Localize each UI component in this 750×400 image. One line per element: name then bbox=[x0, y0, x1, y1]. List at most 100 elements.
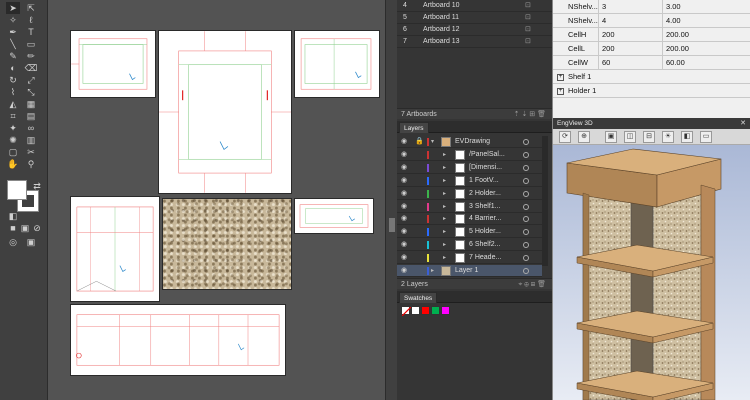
target-circle-icon[interactable] bbox=[523, 177, 529, 184]
swap-colors-icon[interactable]: ⇄ bbox=[30, 180, 44, 192]
target-circle-icon[interactable] bbox=[523, 216, 529, 223]
artboard-row[interactable]: 5 Artboard 11 ⊡ bbox=[397, 12, 552, 24]
expand-right-icon[interactable]: ▸ bbox=[443, 201, 446, 212]
layer-row[interactable]: ◉ ▸ 5 Holder... bbox=[397, 226, 542, 239]
layer-row[interactable]: ◉ ▸ 3 Shelf1... bbox=[397, 201, 542, 213]
expand-right-icon[interactable]: ▸ bbox=[443, 162, 446, 173]
layer-row[interactable]: ◉ ▸ 7 Heade... bbox=[397, 252, 542, 265]
visibility-eye-icon[interactable]: ◉ bbox=[401, 239, 407, 250]
rotate-tool-icon[interactable]: ↻ bbox=[6, 74, 20, 86]
layer-row[interactable]: ◉ 🔒 ▾ EVDrawing bbox=[397, 136, 542, 148]
expand-right-icon[interactable]: ▸ bbox=[431, 265, 434, 276]
zoom-fit-icon[interactable]: ⊕ bbox=[578, 131, 590, 143]
visibility-eye-icon[interactable]: ◉ bbox=[401, 149, 407, 160]
shape-builder-tool-icon[interactable]: ◭ bbox=[6, 98, 20, 110]
expand-right-icon[interactable]: ▸ bbox=[443, 252, 446, 263]
layers-tab[interactable]: Layers bbox=[399, 122, 429, 133]
eraser-tool-icon[interactable]: ⌫ bbox=[24, 62, 38, 74]
artboard-row[interactable]: 6 Artboard 12 ⊡ bbox=[397, 24, 552, 36]
artboard-tool-icon[interactable]: ▢ bbox=[6, 146, 20, 158]
target-circle-icon[interactable] bbox=[523, 242, 529, 249]
canvas-scrollbar[interactable] bbox=[385, 0, 397, 400]
direct-select-arrow-tool-icon[interactable]: ⇱ bbox=[24, 2, 38, 14]
close-icon[interactable]: ✕ bbox=[740, 118, 746, 129]
magic-wand-tool-icon[interactable]: ✧ bbox=[6, 14, 20, 26]
artboard-row[interactable]: 4 Artboard 10 ⊡ bbox=[397, 0, 552, 12]
expand-right-icon[interactable]: ▸ bbox=[443, 239, 446, 250]
parameter-value-input[interactable]: 4 bbox=[599, 14, 663, 28]
visibility-eye-icon[interactable]: ◉ bbox=[401, 136, 407, 147]
color-swatch[interactable] bbox=[441, 306, 450, 315]
layer-row[interactable]: ◉ ▸ 4 Barrier... bbox=[397, 213, 542, 226]
target-circle-icon[interactable] bbox=[523, 190, 529, 197]
zoom-tool-icon[interactable]: ⚲ bbox=[24, 158, 38, 170]
visibility-eye-icon[interactable]: ◉ bbox=[401, 162, 407, 173]
parameter-value-input[interactable]: 200 bbox=[599, 42, 663, 56]
visibility-eye-icon[interactable]: ◉ bbox=[401, 175, 407, 186]
free-transform-tool-icon[interactable]: ⤡ bbox=[24, 86, 38, 98]
engview-viewport[interactable] bbox=[553, 145, 750, 400]
blend-tool-icon[interactable]: ∞ bbox=[24, 122, 38, 134]
artboard-mid-left[interactable] bbox=[70, 196, 160, 302]
target-circle-icon[interactable] bbox=[523, 139, 529, 145]
parameter-value-input[interactable]: 3 bbox=[599, 0, 663, 14]
layer-row[interactable]: ◉ ▸ 2 Holder... bbox=[397, 188, 542, 200]
none-mode-icon[interactable]: ⊘ bbox=[30, 222, 44, 234]
pen-tool-icon[interactable]: ✒ bbox=[6, 26, 20, 38]
layer-row[interactable]: ◉ ▸ 6 Shelf2... bbox=[397, 239, 542, 252]
parameter-value-input[interactable]: 60 bbox=[599, 56, 663, 70]
light-icon[interactable]: ☀ bbox=[662, 131, 674, 143]
artboard-options-icon[interactable]: ⊡ bbox=[525, 36, 531, 47]
paintbrush-tool-icon[interactable]: ✎ bbox=[6, 50, 20, 62]
layers-footer-icons[interactable]: ⌖ ⊕ ⊞ 🗑 bbox=[518, 279, 546, 290]
target-circle-icon[interactable] bbox=[523, 229, 529, 236]
visibility-eye-icon[interactable]: ◉ bbox=[401, 188, 407, 199]
document-canvas[interactable] bbox=[48, 0, 385, 400]
rectangle-tool-icon[interactable]: ▭ bbox=[24, 38, 38, 50]
color-swatch[interactable] bbox=[421, 306, 430, 315]
expand-right-icon[interactable]: ▸ bbox=[443, 175, 446, 186]
target-circle-icon[interactable] bbox=[523, 268, 529, 274]
type-tool-icon[interactable]: T bbox=[24, 26, 38, 38]
view-side-icon[interactable]: ◫ bbox=[624, 131, 636, 143]
artboard-center[interactable] bbox=[158, 30, 292, 194]
expand-right-icon[interactable]: ▸ bbox=[443, 149, 446, 160]
line-tool-icon[interactable]: ╲ bbox=[6, 38, 20, 50]
fold-icon[interactable]: ◧ bbox=[681, 131, 693, 143]
visibility-eye-icon[interactable]: ◉ bbox=[401, 252, 407, 263]
pencil-tool-icon[interactable]: ✏ bbox=[24, 50, 38, 62]
parameter-group[interactable]: + Shelf 1 bbox=[553, 70, 750, 84]
width-tool-icon[interactable]: ⌇ bbox=[6, 86, 20, 98]
draw-mode-icon[interactable]: ◎ bbox=[6, 236, 20, 248]
artboard-textured[interactable] bbox=[162, 198, 292, 290]
selection-arrow-tool-icon[interactable]: ➤ bbox=[6, 2, 20, 14]
artboards-footer-icons[interactable]: ⇡ ⇣ ⊞ 🗑 bbox=[514, 109, 546, 120]
swatches-tab[interactable]: Swatches bbox=[399, 292, 438, 303]
artboard-top-right[interactable] bbox=[294, 30, 380, 98]
canvas-scroll-thumb[interactable] bbox=[389, 218, 395, 232]
perspective-grid-tool-icon[interactable]: ▦ bbox=[24, 98, 38, 110]
artboard-options-icon[interactable]: ⊡ bbox=[525, 12, 531, 23]
visibility-eye-icon[interactable]: ◉ bbox=[401, 213, 407, 224]
expand-plus-icon[interactable]: + bbox=[557, 73, 564, 81]
target-circle-icon[interactable] bbox=[523, 255, 529, 262]
expand-down-icon[interactable]: ▾ bbox=[431, 136, 434, 147]
symbol-sprayer-tool-icon[interactable]: ✺ bbox=[6, 134, 20, 146]
color-swatch[interactable] bbox=[411, 306, 420, 315]
screen-mode-icon[interactable]: ▣ bbox=[24, 236, 38, 248]
artboard-options-icon[interactable]: ⊡ bbox=[525, 0, 531, 11]
expand-plus-icon[interactable]: + bbox=[557, 87, 564, 95]
lock-icon[interactable]: 🔒 bbox=[415, 136, 424, 147]
eyedropper-tool-icon[interactable]: ✦ bbox=[6, 122, 20, 134]
layers-scrollbar[interactable] bbox=[542, 136, 548, 266]
scale-tool-icon[interactable]: ⤢ bbox=[24, 74, 38, 86]
artboard-options-icon[interactable]: ⊡ bbox=[525, 24, 531, 35]
view-top-icon[interactable]: ⊟ bbox=[643, 131, 655, 143]
gradient-tool-icon[interactable]: ▤ bbox=[24, 110, 38, 122]
mesh-tool-icon[interactable]: ⌗ bbox=[6, 110, 20, 122]
visibility-eye-icon[interactable]: ◉ bbox=[401, 265, 407, 276]
expand-right-icon[interactable]: ▸ bbox=[443, 188, 446, 199]
slice-tool-icon[interactable]: ✂ bbox=[24, 146, 38, 158]
parameter-group[interactable]: + Holder 1 bbox=[553, 84, 750, 98]
column-graph-tool-icon[interactable]: ▥ bbox=[24, 134, 38, 146]
